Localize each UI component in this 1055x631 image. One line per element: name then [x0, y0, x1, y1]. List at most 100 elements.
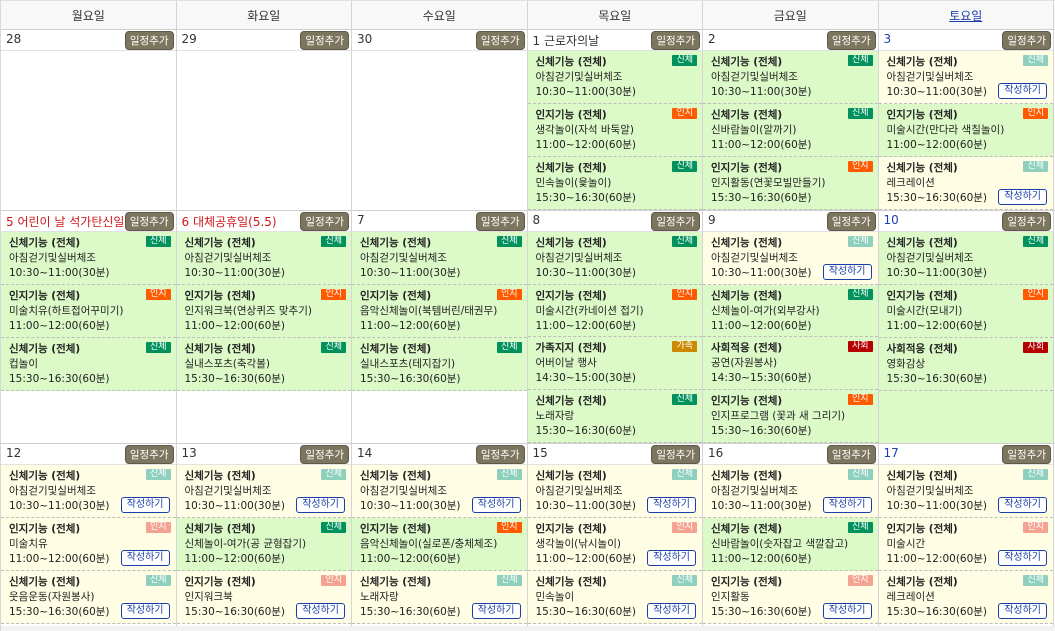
- add-schedule-button[interactable]: 일정추가: [1002, 212, 1051, 231]
- schedule-event[interactable]: 신체기능 (전체) 레크레이션 15:30~16:30(60분) 신체 작성하기: [878, 157, 1053, 210]
- schedule-event[interactable]: 인지기능 (전체) 인지활동 15:30~16:30(60분) 인지 작성하기: [703, 571, 878, 624]
- add-schedule-button[interactable]: 일정추가: [300, 31, 349, 50]
- schedule-event[interactable]: 신체기능 (전체) 레크레이션 15:30~16:30(60분) 신체 작성하기: [878, 571, 1053, 624]
- day-empty-area[interactable]: [878, 391, 1053, 443]
- write-button[interactable]: 작성하기: [120, 550, 170, 566]
- schedule-event[interactable]: 신체기능 (전체) 민속놀이 15:30~16:30(60분) 신체 작성하기: [527, 571, 702, 624]
- schedule-event[interactable]: 신체기능 (전체) 웃음운동(자원봉사) 15:30~16:30(60분) 신체 작성하…: [1, 571, 176, 624]
- schedule-event[interactable]: 신체기능 (전체) 신바람놀이(알까기) 11:00~12:00(60분) 신체: [703, 104, 878, 157]
- add-schedule-button[interactable]: 일정추가: [651, 31, 700, 50]
- write-button[interactable]: 작성하기: [998, 550, 1047, 566]
- schedule-event[interactable]: 신체기능 (전체) 노래자랑 15:30~16:30(60분) 신체 작성하기: [352, 571, 527, 624]
- schedule-event[interactable]: 가족지지 (전체) 어버이날 행사 14:30~15:00(30분) 가족: [527, 337, 702, 391]
- schedule-event[interactable]: 신체기능 (전체) 아침걷기및실버체조 10:30~11:00(30분) 신체: [527, 51, 702, 104]
- write-button[interactable]: 작성하기: [998, 189, 1047, 205]
- schedule-event[interactable]: 신체기능 (전체) 아침걷기및실버체조 10:30~11:00(30분) 신체: [352, 232, 527, 285]
- day-empty-area[interactable]: [352, 51, 527, 210]
- schedule-event[interactable]: 인지기능 (전체) 미술치유 11:00~12:00(60분) 인지 작성하기: [1, 518, 176, 571]
- category-badge: 인지: [496, 522, 522, 533]
- write-button[interactable]: 작성하기: [822, 263, 872, 280]
- schedule-event[interactable]: 신체기능 (전체) 아침걷기및실버체조 10:30~11:00(30분) 신체: [1, 232, 176, 285]
- schedule-event[interactable]: 신체기능 (전체) 아침걷기및실버체조 10:30~11:00(30분) 신체 작성하기: [878, 465, 1053, 518]
- add-schedule-button[interactable]: 일정추가: [124, 445, 174, 464]
- schedule-event[interactable]: 신체기능 (전체) 신체놀이-여가(외부강사) 11:00~12:00(60분) 신체: [703, 284, 878, 338]
- schedule-event[interactable]: 신체기능 (전체) 신체놀이-여가(공 균형잡기) 11:00~12:00(60분)…: [176, 518, 351, 571]
- add-schedule-button[interactable]: 일정추가: [1002, 445, 1051, 464]
- schedule-event[interactable]: 신체기능 (전체) 민속놀이(윷놀이) 15:30~16:30(60분) 신체: [527, 157, 702, 210]
- add-schedule-button[interactable]: 일정추가: [475, 31, 525, 50]
- schedule-event[interactable]: 사회적응 (전체) 영화감상 15:30~16:30(60분) 사회: [878, 338, 1053, 391]
- schedule-event[interactable]: 신체기능 (전체) 실내스포츠(테지잡기) 15:30~16:30(60분) 신체: [352, 338, 527, 391]
- schedule-event[interactable]: 신체기능 (전체) 아침걷기및실버체조 10:30~11:00(30분) 신체 작성하기: [352, 465, 527, 518]
- schedule-event[interactable]: 신체기능 (전체) 아침걷기및실버체조 10:30~11:00(30분) 신체 작성하기: [878, 51, 1053, 104]
- add-schedule-button[interactable]: 일정추가: [826, 31, 876, 50]
- schedule-event[interactable]: 인지기능 (전체) 생각놀이(자석 바둑알) 11:00~12:00(60분) 인지: [527, 104, 702, 157]
- day-cell: 3 일정추가 신체기능 (전체) 아침걷기및실버체조 10:30~11:00(30분) 신…: [878, 30, 1054, 210]
- schedule-event[interactable]: 인지기능 (전체) 인지활동(연꽃모빌만들기) 15:30~16:30(60분) 인지: [703, 157, 878, 210]
- schedule-event[interactable]: 인지기능 (전체) 인지워크북 15:30~16:30(60분) 인지 작성하기: [176, 571, 351, 624]
- schedule-event[interactable]: 신체기능 (전체) 아침걷기및실버체조 10:30~11:00(30분) 신체: [703, 51, 878, 104]
- add-schedule-button[interactable]: 일정추가: [651, 212, 700, 231]
- schedule-event[interactable]: 인지기능 (전체) 음악신체놀이(실로폰/충체체조) 11:00~12:00(60분…: [352, 518, 527, 571]
- event-time: 11:00~12:00(60분): [711, 139, 812, 151]
- category-badge: 신체: [321, 342, 346, 353]
- write-button[interactable]: 작성하기: [822, 603, 872, 619]
- weekday-sat-link[interactable]: 토요일: [879, 1, 1054, 29]
- add-schedule-button[interactable]: 일정추가: [475, 445, 525, 464]
- write-button[interactable]: 작성하기: [296, 603, 345, 619]
- add-schedule-button[interactable]: 일정추가: [475, 212, 525, 231]
- schedule-event[interactable]: 신체기능 (전체) 아침걷기및실버체조 10:30~11:00(30분) 신체: [878, 232, 1053, 285]
- write-button[interactable]: 작성하기: [471, 603, 521, 619]
- day-empty-area[interactable]: [1, 51, 176, 210]
- event-time: 11:00~12:00(60분): [360, 320, 461, 332]
- day-empty-area[interactable]: [177, 391, 352, 443]
- day-empty-area[interactable]: [1, 391, 176, 443]
- add-schedule-button[interactable]: 일정추가: [651, 445, 700, 464]
- schedule-event[interactable]: 인지기능 (전체) 미술치유(하트접어꾸미기) 11:00~12:00(60분) 인지: [1, 285, 176, 338]
- schedule-event[interactable]: 인지기능 (전체) 생각놀이(낚시놀이) 11:00~12:00(60분) 인지 작성하…: [527, 518, 702, 571]
- add-schedule-button[interactable]: 일정추가: [300, 445, 349, 464]
- add-schedule-button[interactable]: 일정추가: [124, 212, 174, 231]
- schedule-event[interactable]: 신체기능 (전체) 노래자랑 15:30~16:30(60분) 신체: [527, 390, 702, 444]
- write-button[interactable]: 작성하기: [998, 83, 1047, 99]
- event-time: 11:00~12:00(60분): [711, 319, 812, 332]
- schedule-event[interactable]: 신체기능 (전체) 아침걷기및실버체조 10:30~11:00(30분) 신체 작성하기: [176, 465, 351, 518]
- day-empty-area[interactable]: [352, 391, 527, 443]
- schedule-event[interactable]: 사회적응 (전체) 공연(자원봉사) 14:30~15:30(60분) 사회: [703, 337, 878, 391]
- write-button[interactable]: 작성하기: [822, 497, 872, 513]
- write-button[interactable]: 작성하기: [296, 497, 345, 513]
- add-schedule-button[interactable]: 일정추가: [124, 31, 174, 50]
- schedule-event[interactable]: 인지기능 (전체) 인지워크북(연상퀴즈 맞추기) 11:00~12:00(60분)…: [176, 285, 351, 338]
- day-cell: 12 일정추가 신체기능 (전체) 아침걷기및실버체조 10:30~11:00(30분)…: [1, 444, 177, 631]
- schedule-event[interactable]: 신체기능 (전체) 아침걷기및실버체조 10:30~11:00(30분) 신체: [176, 232, 351, 285]
- schedule-event[interactable]: 신체기능 (전체) 아침걷기및실버체조 10:30~11:00(30분) 신체 작성하기: [527, 465, 702, 518]
- schedule-event[interactable]: 인지기능 (전체) 미술시간(모내기) 11:00~12:00(60분) 인지: [878, 285, 1053, 338]
- schedule-event[interactable]: 인지기능 (전체) 미술시간(카네이션 접기) 11:00~12:00(60분) 인지: [527, 284, 702, 338]
- add-schedule-button[interactable]: 일정추가: [1002, 31, 1051, 50]
- schedule-event[interactable]: 인지기능 (전체) 음악신체놀이(북템버린/태권무) 11:00~12:00(60분…: [352, 285, 527, 338]
- add-schedule-button[interactable]: 일정추가: [826, 445, 876, 464]
- add-schedule-button[interactable]: 일정추가: [826, 212, 876, 231]
- write-button[interactable]: 작성하기: [647, 603, 696, 619]
- schedule-event[interactable]: 신체기능 (전체) 실내스포츠(축각볼) 15:30~16:30(60분) 신체: [176, 338, 351, 391]
- day-cell: 28 일정추가: [1, 30, 177, 210]
- write-button[interactable]: 작성하기: [998, 497, 1047, 513]
- schedule-event[interactable]: 인지기능 (전체) 미술시간(만다라 색칠놀이) 11:00~12:00(60분) 인…: [878, 104, 1053, 157]
- write-button[interactable]: 작성하기: [647, 550, 696, 566]
- write-button[interactable]: 작성하기: [647, 497, 696, 513]
- schedule-event[interactable]: 신체기능 (전체) 아침걷기및실버체조 10:30~11:00(30분) 신체 작성하기: [703, 231, 878, 285]
- schedule-event[interactable]: 신체기능 (전체) 아침걷기및실버체조 10:30~11:00(30분) 신체 작성하기: [1, 465, 176, 518]
- schedule-event[interactable]: 신체기능 (전체) 아침걷기및실버체조 10:30~11:00(30분) 신체: [527, 231, 702, 285]
- add-schedule-button[interactable]: 일정추가: [300, 212, 349, 231]
- write-button[interactable]: 작성하기: [120, 603, 170, 619]
- day-empty-area[interactable]: [177, 51, 352, 210]
- schedule-event[interactable]: 인지기능 (전체) 미술시간 11:00~12:00(60분) 인지 작성하기: [878, 518, 1053, 571]
- write-button[interactable]: 작성하기: [120, 497, 170, 513]
- schedule-event[interactable]: 신체기능 (전체) 컵놀이 15:30~16:30(60분) 신체: [1, 338, 176, 391]
- write-button[interactable]: 작성하기: [471, 497, 521, 513]
- event-description: 인지활동(연꽃모빌만들기): [711, 177, 826, 189]
- schedule-event[interactable]: 신체기능 (전체) 신바람놀이(숫자잡고 색깔잡고) 11:00~12:00(60분…: [703, 518, 878, 571]
- write-button[interactable]: 작성하기: [998, 603, 1047, 619]
- schedule-event[interactable]: 인지기능 (전체) 인지프로그램 (꽃과 새 그리기) 15:30~16:30(60…: [703, 390, 878, 444]
- schedule-event[interactable]: 신체기능 (전체) 아침걷기및실버체조 10:30~11:00(30분) 신체 작성하기: [703, 465, 878, 518]
